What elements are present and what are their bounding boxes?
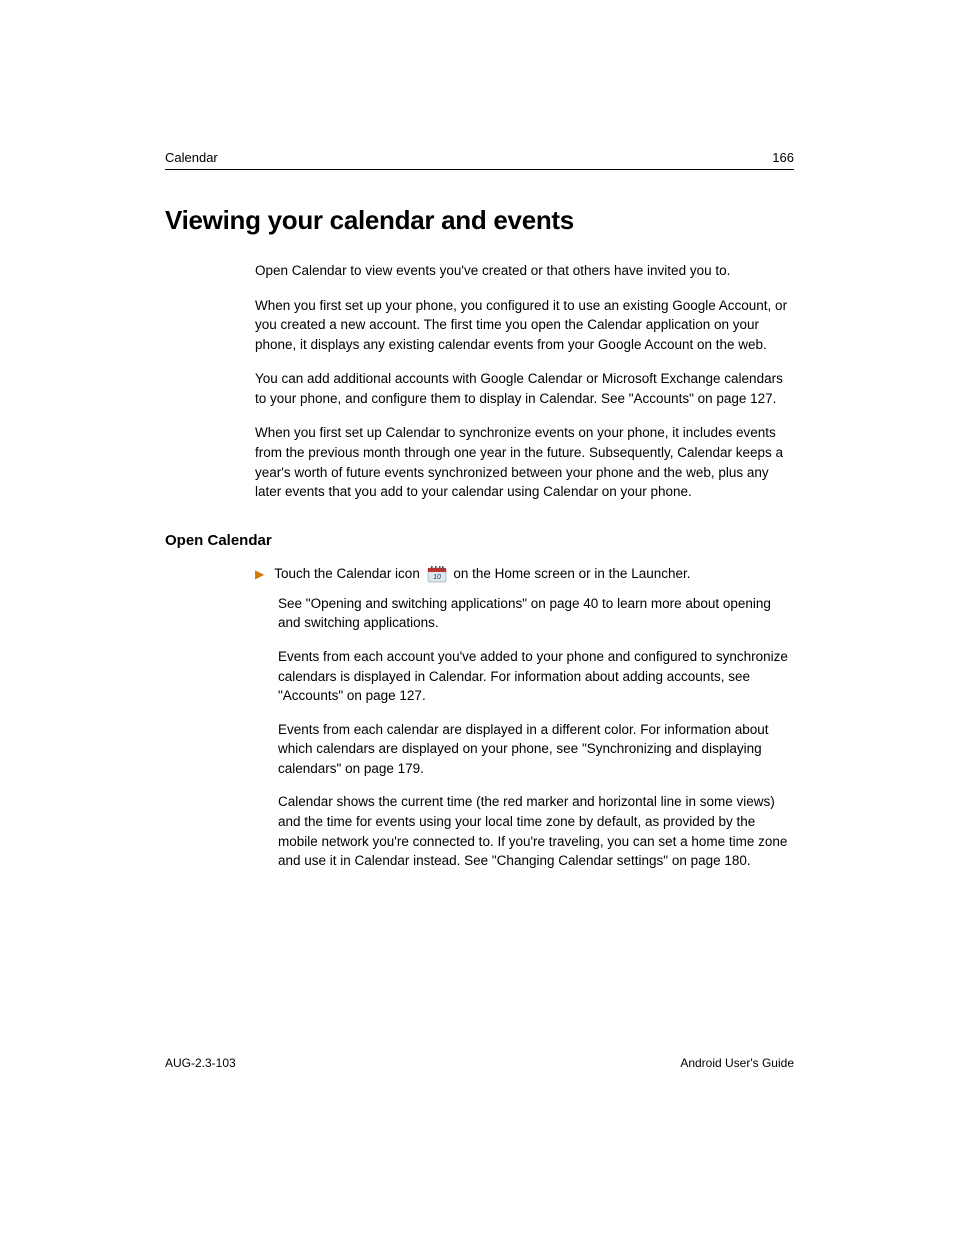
bullet-text-post: on the Home screen or in the Launcher. — [453, 566, 690, 581]
follow-para: Events from each account you've added to… — [278, 647, 794, 706]
intro-para: Open Calendar to view events you've crea… — [255, 261, 794, 281]
main-heading: Viewing your calendar and events — [165, 205, 794, 236]
bullet-text-pre: Touch the Calendar icon — [274, 566, 423, 581]
bullet-text: Touch the Calendar icon 10 on the Home s… — [274, 564, 690, 584]
footer-guide-name: Android User's Guide — [680, 1056, 794, 1070]
page-footer: AUG-2.3-103 Android User's Guide — [165, 1056, 794, 1070]
follow-para: See "Opening and switching applications"… — [278, 594, 794, 633]
follow-block: See "Opening and switching applications"… — [278, 594, 794, 871]
instruction-bullet: ▶ Touch the Calendar icon 10 on the Home… — [255, 564, 794, 584]
page-number: 166 — [772, 150, 794, 165]
intro-para: When you first set up your phone, you co… — [255, 296, 794, 355]
triangle-bullet-icon: ▶ — [255, 567, 264, 581]
svg-text:10: 10 — [433, 574, 441, 581]
document-page: Calendar 166 Viewing your calendar and e… — [0, 0, 954, 871]
intro-block: Open Calendar to view events you've crea… — [255, 261, 794, 502]
intro-para: You can add additional accounts with Goo… — [255, 369, 794, 408]
sub-heading: Open Calendar — [165, 532, 794, 549]
follow-para: Calendar shows the current time (the red… — [278, 792, 794, 870]
calendar-icon: 10 — [427, 565, 447, 583]
follow-para: Events from each calendar are displayed … — [278, 720, 794, 779]
footer-doc-id: AUG-2.3-103 — [165, 1056, 236, 1070]
intro-para: When you first set up Calendar to synchr… — [255, 423, 794, 501]
page-header: Calendar 166 — [165, 150, 794, 170]
section-name: Calendar — [165, 150, 218, 165]
